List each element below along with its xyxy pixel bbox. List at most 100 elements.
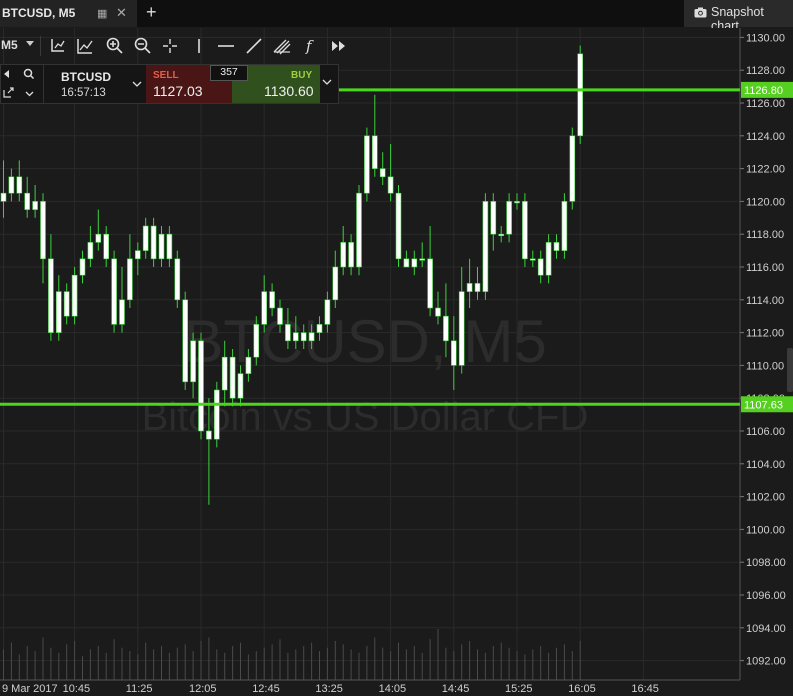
price-tick-label: 1110.00: [746, 360, 784, 372]
watermark-title: BTCUSD, M5: [183, 308, 546, 375]
indicators-icon[interactable]: [75, 36, 95, 56]
candle-body: [8, 176, 15, 194]
candle-body: [450, 340, 457, 366]
symbol-dropdown-icon[interactable]: [128, 65, 146, 103]
candle-body: [458, 291, 465, 366]
price-tick-label: 1114.00: [746, 295, 784, 307]
candle-body: [229, 356, 236, 399]
vertical-scrollbar[interactable]: [787, 348, 793, 392]
candle-body: [577, 53, 584, 137]
zoom-out-icon[interactable]: [132, 36, 152, 56]
candle-body: [379, 168, 386, 178]
trend-line-icon[interactable]: [244, 36, 264, 56]
chevron-down-icon[interactable]: [26, 41, 34, 46]
collapse-icon[interactable]: [3, 69, 15, 79]
candle-body: [87, 242, 94, 260]
time-tick-label: 14:05: [379, 683, 407, 695]
candle-body: [348, 242, 354, 268]
price-tick-label: 1094.00: [746, 623, 786, 635]
candle-body: [332, 266, 339, 301]
candle-body: [482, 201, 489, 292]
candle-body: [522, 201, 528, 260]
external-link-icon[interactable]: [3, 87, 14, 98]
candle-body: [166, 233, 173, 260]
candle-body: [95, 233, 102, 243]
time-tick-label: 16:45: [631, 683, 659, 695]
candle-body: [103, 233, 109, 260]
price-tick-label: 1128.00: [746, 65, 785, 77]
chart-toolbar: M5 f: [0, 28, 740, 62]
price-tick-label: 1104.00: [746, 459, 785, 471]
candle-body: [158, 233, 165, 260]
candle-body: [214, 389, 220, 440]
candle-body: [387, 176, 394, 194]
candle-body: [40, 201, 46, 260]
fast-forward-icon[interactable]: [329, 36, 349, 56]
candle-body: [150, 225, 157, 260]
chevron-down-icon[interactable]: [322, 79, 332, 86]
candle-body: [55, 291, 62, 333]
candle-body: [0, 192, 7, 202]
trade-panel: BTCUSD 16:57:13 SELL 1127.03 BUY 1130.60…: [0, 64, 339, 104]
candle-body: [356, 192, 362, 268]
candle-body: [206, 430, 212, 440]
time-tick-label: 12:45: [252, 683, 280, 695]
chevron-down-icon[interactable]: [25, 91, 34, 97]
fibonacci-icon[interactable]: [272, 36, 292, 56]
price-tick-label: 1116.00: [746, 262, 784, 274]
candle-body: [561, 201, 568, 251]
candle-body: [371, 135, 378, 169]
candle-body: [529, 258, 536, 261]
price-tick-label: 1130.00: [746, 32, 785, 44]
candle-body: [419, 258, 426, 261]
candle-body: [474, 283, 481, 292]
candle-body: [403, 258, 410, 268]
search-icon[interactable]: [23, 68, 35, 80]
candle-body: [443, 315, 449, 342]
candle-body: [545, 242, 552, 276]
server-time: 16:57:13: [61, 87, 106, 99]
candle-body: [111, 258, 117, 325]
price-tick-label: 1100.00: [746, 524, 785, 536]
zoom-in-icon[interactable]: [104, 36, 124, 56]
candle-body: [340, 242, 347, 268]
candle-body: [498, 233, 505, 236]
candle-body: [63, 291, 70, 317]
candle-body: [245, 356, 252, 374]
buy-price: 1130.60: [264, 83, 314, 99]
panel-controls: [1, 65, 44, 103]
candle-body: [553, 242, 560, 251]
candle-body: [569, 135, 576, 202]
price-tick-label: 1098.00: [746, 557, 786, 569]
price-tick-label: 1122.00: [746, 164, 785, 176]
crosshair-icon[interactable]: [160, 36, 180, 56]
candle-body: [292, 332, 299, 342]
price-tick-label: 1096.00: [746, 590, 786, 602]
horizontal-line-icon[interactable]: [216, 36, 236, 56]
chart-type-icon[interactable]: [47, 36, 67, 56]
candle-body: [79, 258, 86, 276]
candle-body: [300, 332, 307, 342]
time-tick-label: 16:05: [568, 683, 596, 695]
candle-body: [174, 258, 181, 301]
price-tick-label: 1126.00: [746, 98, 785, 110]
timeframe-label[interactable]: M5: [1, 38, 18, 52]
function-icon[interactable]: f: [300, 36, 320, 56]
candle-body: [127, 258, 133, 301]
price-chart[interactable]: BTCUSD, M5Bitcoin vs US Dollar CFD1130.0…: [0, 0, 793, 696]
time-tick-label: 9 Mar 2017: [2, 683, 58, 695]
sell-price: 1127.03: [153, 83, 203, 99]
price-tick-label: 1124.00: [746, 131, 785, 143]
time-tick-label: 14:45: [442, 683, 470, 695]
vertical-line-icon[interactable]: [189, 36, 209, 56]
candle-body: [32, 201, 38, 210]
time-tick-label: 11:25: [126, 683, 153, 695]
candle-body: [506, 201, 512, 235]
time-tick-label: 10:45: [63, 683, 91, 695]
svg-text:f: f: [305, 37, 314, 55]
candle-body: [119, 299, 125, 325]
candle-body: [269, 291, 275, 309]
candle-body: [190, 340, 196, 383]
time-tick-label: 13:25: [315, 683, 343, 695]
candle-body: [16, 176, 23, 194]
